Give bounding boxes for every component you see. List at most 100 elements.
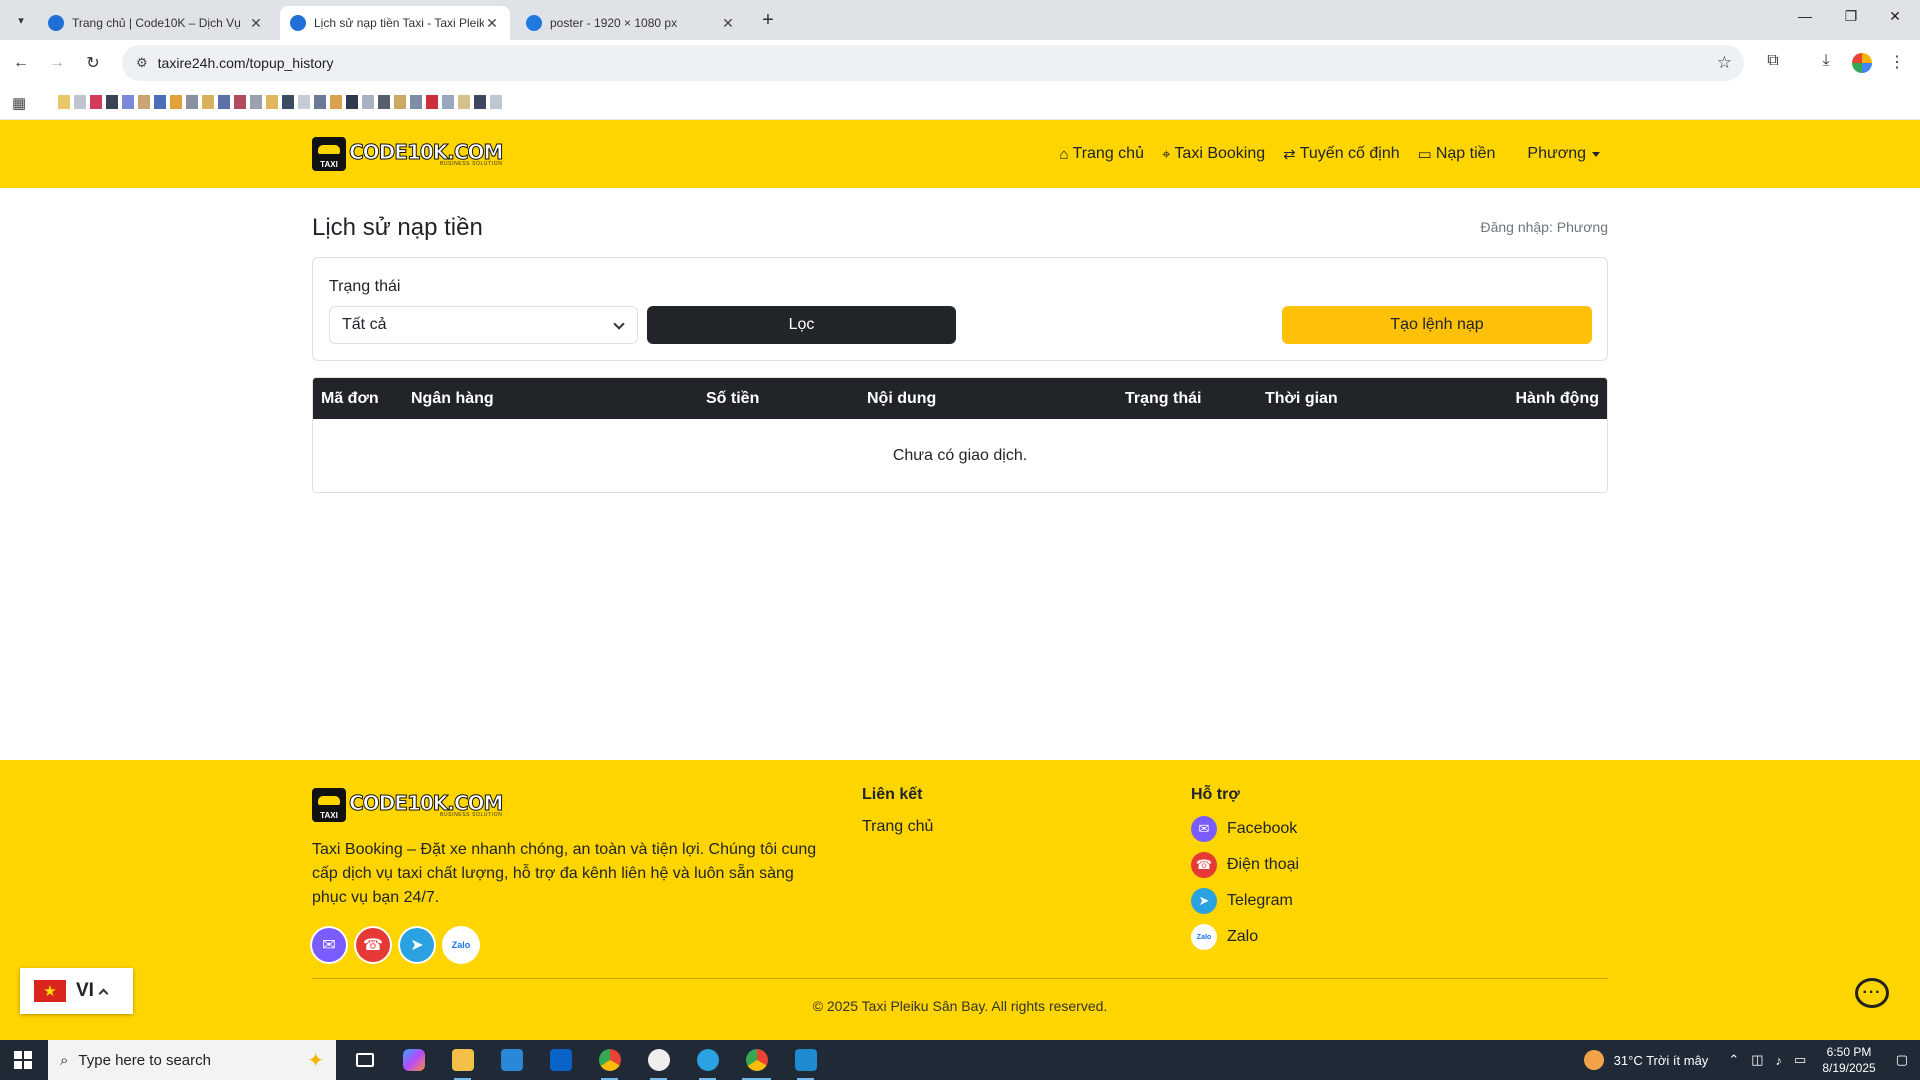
vscode-icon[interactable] [781, 1040, 830, 1080]
column-header-action: Hành động [1515, 390, 1599, 407]
outlook-icon[interactable] [536, 1040, 585, 1080]
footer-support-heading: Hỗ trợ [1191, 786, 1240, 803]
taskbar-pinned-apps [340, 1040, 830, 1080]
filter-button[interactable]: Lọc [647, 306, 956, 344]
system-tray: 31°C Trời ít mây ⌃ ◫ ♪ ▭ 6:50 PM 8/19/20… [1583, 1040, 1920, 1080]
windows-taskbar: ⌕ Type here to search ✦ 31°C Trời ít mây… [0, 1040, 1920, 1080]
browser-tab-poster[interactable]: poster - 1920 × 1080 px ✕ [516, 6, 746, 40]
taxi-logo-icon: TAXI [312, 137, 346, 171]
phone-icon: ☎ [1191, 852, 1217, 878]
copyright-text: © 2025 Taxi Pleiku Sân Bay. All rights r… [812, 998, 1108, 1014]
url-omnibox[interactable]: ⚙ taxire24h.com/topup_history ☆ [122, 45, 1744, 81]
browser-tab-topup-history[interactable]: Lịch sử nạp tiền Taxi - Taxi Pleik ✕ [280, 6, 510, 40]
messenger-icon: ✉ [1191, 816, 1217, 842]
main-navigation: ⌂ Trang chủ ⌖ Taxi Booking ⇄ Tuyến cố đị… [1059, 120, 1600, 188]
url-text[interactable]: taxire24h.com/topup_history [158, 55, 334, 71]
network-icon[interactable]: ▭ [1794, 1052, 1806, 1068]
footer-logo[interactable]: TAXI CODE10K.COM BUSINESS SOLUTION [312, 788, 504, 822]
nav-fixed-routes[interactable]: ⇄ Tuyến cố định [1283, 145, 1400, 163]
nav-taxi-booking[interactable]: ⌖ Taxi Booking [1162, 145, 1265, 163]
zalo-icon[interactable]: Zalo [444, 928, 478, 962]
extensions-icon[interactable]: ⧉ [1762, 52, 1784, 70]
notifications-icon[interactable]: ▢ [1896, 1052, 1908, 1068]
language-switcher[interactable]: ★ VI [20, 968, 133, 1014]
task-view-icon[interactable] [340, 1040, 389, 1080]
footer-divider [312, 978, 1608, 979]
caret-down-icon [1592, 151, 1600, 157]
tray-overflow-chevron-icon[interactable]: ⌃ [1728, 1052, 1739, 1068]
profile-avatar-icon[interactable] [1852, 53, 1872, 73]
windows-start-icon[interactable] [14, 1051, 32, 1069]
browser-menu-icon[interactable]: ⋮ [1886, 52, 1908, 72]
close-tab-icon[interactable]: ✕ [248, 15, 264, 32]
phone-icon[interactable]: ☎ [356, 928, 390, 962]
column-header-amount: Số tiền [706, 390, 760, 407]
taskbar-search-box[interactable]: ⌕ Type here to search ✦ [48, 1040, 336, 1080]
signpost-icon: ⇄ [1283, 146, 1296, 163]
weather-text[interactable]: 31°C Trời ít mây [1614, 1053, 1709, 1068]
telegram-icon[interactable]: ➤ [400, 928, 434, 962]
copilot-sparkle-icon: ✦ [307, 1050, 324, 1072]
support-facebook-link[interactable]: ✉ Facebook [1191, 816, 1297, 842]
filter-card: Trạng thái Tất cả Lọc Tạo lệnh nạp [312, 257, 1608, 361]
vietnam-flag-icon: ★ [34, 980, 66, 1002]
apps-grid-icon[interactable]: ▦ [12, 94, 26, 112]
microsoft-store-icon[interactable] [487, 1040, 536, 1080]
edge-favicon-icon [290, 15, 306, 31]
site-info-icon[interactable]: ⚙ [136, 55, 148, 71]
chrome-profile-2-icon[interactable] [634, 1040, 683, 1080]
edge-favicon-icon [48, 15, 64, 31]
footer-link-home[interactable]: Trang chủ [862, 818, 933, 836]
close-tab-icon[interactable]: ✕ [720, 15, 736, 32]
new-tab-icon[interactable]: + [757, 9, 779, 32]
file-explorer-icon[interactable] [438, 1040, 487, 1080]
user-menu-dropdown[interactable]: Phương [1527, 145, 1600, 163]
table-header-row: Mã đơn Ngân hàng Số tiền Nội dung Trạng … [313, 378, 1607, 419]
chat-bubble-icon[interactable]: ··· [1855, 978, 1889, 1008]
search-icon: ⌕ [60, 1051, 69, 1069]
volume-icon[interactable]: ♪ [1776, 1053, 1783, 1068]
messenger-icon[interactable]: ✉ [312, 928, 346, 962]
tab-title: Trang chủ | Code10K – Dịch Vụ [72, 16, 241, 30]
create-topup-button[interactable]: Tạo lệnh nạp [1282, 306, 1592, 344]
taxi-logo-icon: TAXI [312, 788, 346, 822]
restore-window-icon[interactable]: ❐ [1840, 8, 1862, 25]
support-zalo-link[interactable]: Zalo Zalo [1191, 924, 1258, 950]
footer-description: Taxi Booking – Đặt xe nhanh chóng, an to… [312, 841, 817, 906]
close-tab-icon[interactable]: ✕ [484, 15, 500, 32]
close-window-icon[interactable]: ✕ [1884, 8, 1906, 25]
telegram-app-icon[interactable] [683, 1040, 732, 1080]
map-pin-icon: ⌖ [1161, 145, 1171, 163]
logo-subtext: BUSINESS SOLUTION [440, 811, 503, 818]
taskbar-clock[interactable]: 6:50 PM 8/19/2025 [1822, 1044, 1875, 1076]
column-header-content: Nội dung [867, 390, 937, 407]
browser-tab-code10k-home[interactable]: Trang chủ | Code10K – Dịch Vụ ✕ [38, 6, 274, 40]
column-header-time: Thời gian [1265, 390, 1338, 407]
weather-icon [1583, 1050, 1604, 1070]
browser-tab-strip: ▾ Trang chủ | Code10K – Dịch Vụ ✕ Lịch s… [0, 0, 1920, 40]
back-arrow-icon[interactable]: ← [8, 50, 34, 76]
minimize-window-icon[interactable]: — [1794, 8, 1816, 24]
chevron-up-icon [98, 988, 109, 998]
support-telegram-link[interactable]: ➤ Telegram [1191, 888, 1293, 914]
chrome-icon[interactable] [585, 1040, 634, 1080]
empty-table-message: Chưa có giao dịch. [892, 447, 1028, 464]
telegram-icon: ➤ [1191, 888, 1217, 914]
bookmark-items-pixelated[interactable] [58, 95, 502, 109]
support-phone-link[interactable]: ☎ Điện thoại [1191, 852, 1299, 878]
logo-text: CODE10K.COM [348, 790, 503, 815]
meet-now-icon[interactable]: ◫ [1751, 1052, 1763, 1068]
nav-topup[interactable]: ▭ Nạp tiền [1418, 145, 1496, 163]
status-select[interactable]: Tất cả [329, 306, 638, 344]
column-header-bank: Ngân hàng [411, 390, 494, 407]
language-code: VI [76, 980, 94, 1001]
site-logo[interactable]: TAXI CODE10K.COM BUSINESS SOLUTION [312, 137, 504, 171]
bookmark-star-icon[interactable]: ☆ [1717, 53, 1732, 73]
reload-icon[interactable]: ↻ [80, 50, 106, 76]
nav-home[interactable]: ⌂ Trang chủ [1059, 145, 1144, 163]
chrome-active-icon[interactable] [732, 1040, 781, 1080]
tab-search-dropdown-icon[interactable]: ▾ [10, 9, 32, 31]
forward-arrow-icon[interactable]: → [44, 50, 70, 76]
download-icon[interactable]: ⤓ [1815, 52, 1837, 70]
copilot-app-icon[interactable] [389, 1040, 438, 1080]
